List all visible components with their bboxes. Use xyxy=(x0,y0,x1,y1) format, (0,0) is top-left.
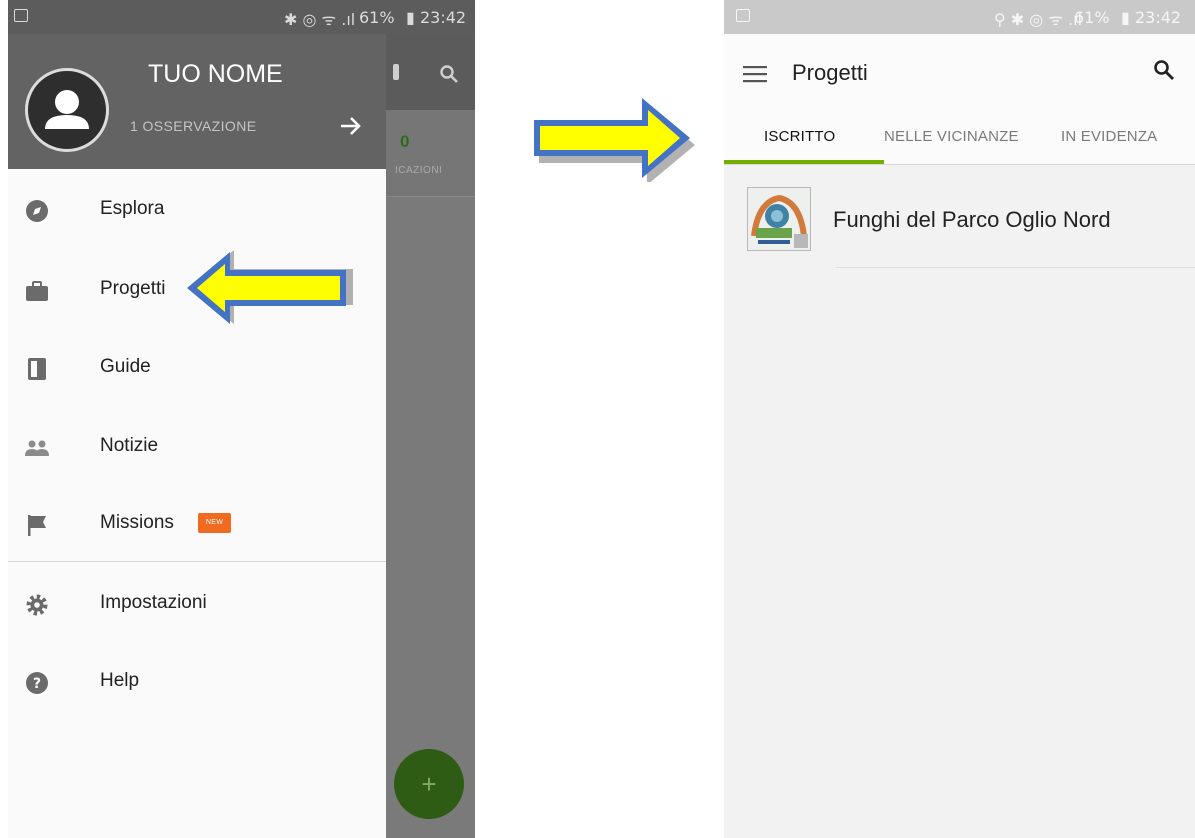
plus-icon: + xyxy=(421,769,437,799)
right-phone-screen: ⚲ ✱ ◎ ᯤ .ıl 61% ▮ 23:42 Progetti ISCRITT… xyxy=(724,0,1195,838)
briefcase-icon xyxy=(26,281,48,301)
left-phone-screen: ✱ ◎ ᯤ .ıl 61% ▮ 23:42 0 ICAZIONI + TUO N… xyxy=(8,0,475,838)
book-icon xyxy=(28,358,46,380)
nav-item-guide[interactable]: Guide xyxy=(8,340,386,396)
background-count: 0 xyxy=(400,132,410,151)
compass-icon xyxy=(26,200,48,222)
nav-item-esplora[interactable]: Esplora xyxy=(8,182,386,238)
project-name: Funghi del Parco Oglio Nord xyxy=(833,207,1111,232)
active-tab-indicator xyxy=(724,160,884,164)
background-search-icon xyxy=(440,65,458,83)
nav-item-impostazioni[interactable]: Impostazioni xyxy=(8,576,386,632)
tab-nelle-vicinanze[interactable]: NELLE VICINANZE xyxy=(884,128,1019,145)
nav-item-label: Esplora xyxy=(100,198,165,219)
battery-icon: ▮ xyxy=(1121,8,1130,27)
flag-icon xyxy=(28,515,46,536)
nav-item-label: Missions xyxy=(100,512,174,533)
nav-item-label: Help xyxy=(100,670,140,691)
status-icons: ✱ ◎ ᯤ .ıl xyxy=(284,10,356,29)
nav-item-label: Notizie xyxy=(100,435,159,456)
battery-level: 61% xyxy=(1074,8,1110,27)
project-logo xyxy=(747,187,811,251)
status-icons: ⚲ ✱ ◎ ᯤ .ıl xyxy=(994,10,1083,29)
nav-item-missions[interactable]: Missions xyxy=(8,496,386,552)
menu-icon[interactable] xyxy=(742,64,768,84)
people-icon xyxy=(25,440,49,456)
page-title: Progetti xyxy=(792,60,868,85)
divider xyxy=(8,561,386,562)
battery-level: 61% xyxy=(359,8,395,27)
status-bar xyxy=(8,0,475,34)
search-icon[interactable] xyxy=(1152,58,1176,82)
project-logo-image xyxy=(748,188,810,250)
overflow-icon xyxy=(393,64,399,80)
tab-in-evidenza[interactable]: IN EVIDENZA xyxy=(1061,128,1157,145)
nav-item-label: Guide xyxy=(100,356,151,377)
help-icon: ? xyxy=(26,672,48,694)
avatar[interactable] xyxy=(25,68,109,152)
gear-icon xyxy=(26,594,48,616)
nav-item-notizie[interactable]: Notizie xyxy=(8,419,386,475)
svg-text:?: ? xyxy=(33,676,41,692)
new-badge: NEW xyxy=(198,513,231,533)
notification-icon xyxy=(736,9,750,22)
divider xyxy=(836,267,1195,268)
right-pointing-arrow-icon xyxy=(534,98,695,182)
nav-item-label: Impostazioni xyxy=(100,592,207,613)
user-name[interactable]: TUO NOME xyxy=(148,60,308,89)
battery-icon: ▮ xyxy=(406,8,415,27)
tab-iscritto[interactable]: ISCRITTO xyxy=(764,128,835,145)
clock: 23:42 xyxy=(1135,8,1182,27)
nav-item-label: Progetti xyxy=(100,278,166,299)
notification-icon xyxy=(14,9,28,22)
arrow-right-icon[interactable] xyxy=(338,114,364,138)
clock: 23:42 xyxy=(420,8,467,27)
nav-item-help[interactable]: ? Help xyxy=(8,654,386,710)
observation-count[interactable]: 1 OSSERVAZIONE xyxy=(130,118,256,134)
background-count-label: ICAZIONI xyxy=(395,165,443,176)
person-icon xyxy=(45,90,89,129)
left-pointing-arrow-icon xyxy=(187,250,353,324)
